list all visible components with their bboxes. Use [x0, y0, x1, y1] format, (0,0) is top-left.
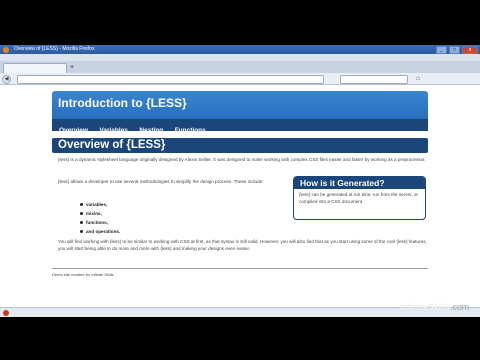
minimize-button[interactable]: _: [436, 46, 447, 54]
intro-paragraph: {less} is a dynamic stylesheet language …: [58, 157, 426, 162]
list-item: variables,: [80, 200, 120, 209]
sidebar-title: How is it Generated?: [294, 177, 425, 189]
list-item: and operations.: [80, 227, 120, 236]
close-button[interactable]: x: [462, 46, 478, 54]
footer-divider: [52, 268, 428, 269]
page-content: Introduction to {LESS} Overview Variable…: [0, 85, 480, 307]
nav-overview[interactable]: Overview: [59, 127, 88, 134]
window-controls: _ □ x: [436, 46, 478, 54]
site-title: Introduction to {LESS}: [58, 96, 187, 110]
menu-bar: File Edit View History Bookmarks Tools H…: [0, 54, 480, 68]
methods-paragraph: {less} allows a developer to use several…: [58, 179, 264, 184]
new-tab-button[interactable]: +: [70, 64, 74, 72]
nav-functions[interactable]: Functions: [175, 127, 206, 134]
browser-window: Overview of {LESS} - Mozilla Firefox _ □…: [0, 45, 480, 317]
back-button[interactable]: ◀: [2, 75, 11, 84]
site-nav: Overview Variables Nesting Functions: [52, 119, 428, 134]
methods-list: variables, mixins, functions, and operat…: [80, 200, 120, 236]
list-item: mixins,: [80, 209, 120, 218]
tab-bar: Overview of {LESS} +: [0, 61, 480, 78]
footer-text: Demo site created for Infinite Skills: [52, 272, 114, 277]
closing-paragraph: You will find working with {less} to be …: [58, 239, 427, 251]
navigation-bar: ◀ localhost/less/ Google ⌂: [0, 73, 480, 90]
section-title: Overview of {LESS}: [58, 139, 166, 151]
window-title: Overview of {LESS} - Mozilla Firefox: [14, 46, 95, 52]
nav-variables[interactable]: Variables: [99, 127, 128, 134]
sidebar-text: {less} can be generated at run time, run…: [299, 192, 418, 204]
search-input[interactable]: Google: [340, 75, 408, 90]
firefox-icon: [3, 46, 9, 53]
url-bar[interactable]: localhost/less/: [17, 75, 324, 90]
section-header: Overview of {LESS}: [52, 138, 428, 153]
watermark-logo: InfiniteSkills.com: [400, 302, 469, 312]
addon-icon[interactable]: [3, 310, 9, 316]
maximize-button[interactable]: □: [449, 46, 460, 54]
nav-nesting[interactable]: Nesting: [139, 127, 163, 134]
home-icon[interactable]: ⌂: [416, 75, 420, 82]
sidebar-box: How is it Generated? {less} can be gener…: [293, 176, 426, 220]
list-item: functions,: [80, 218, 120, 227]
site-header: Introduction to {LESS} Overview Variable…: [52, 91, 428, 134]
title-bar: Overview of {LESS} - Mozilla Firefox _ □…: [0, 45, 480, 54]
